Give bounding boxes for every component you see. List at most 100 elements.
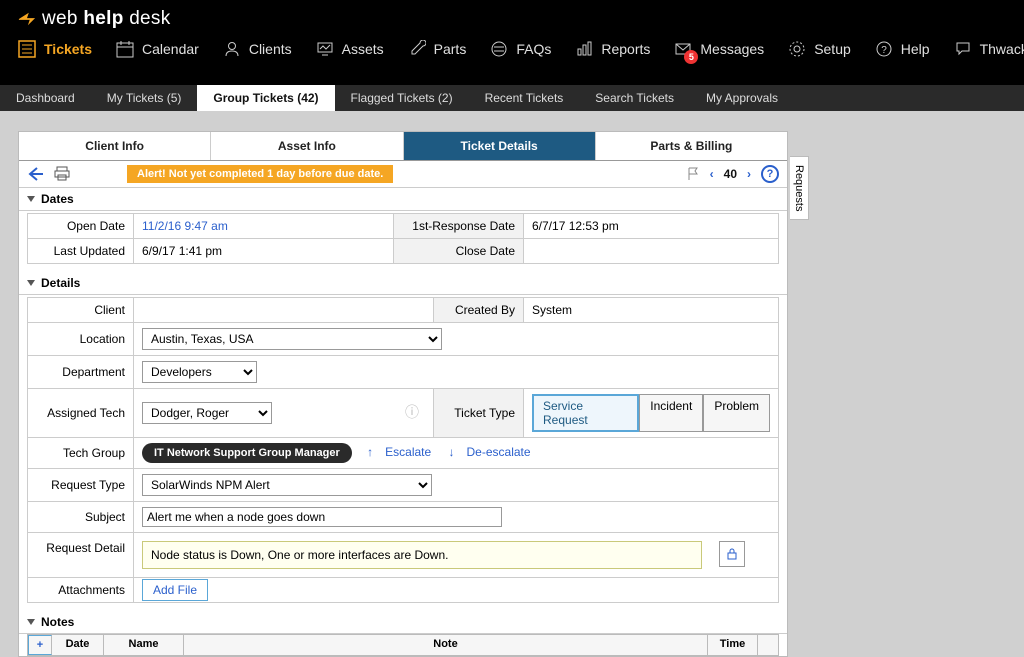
help-button[interactable]: ? <box>761 165 779 183</box>
faq-icon <box>490 40 508 58</box>
requests-side-tab[interactable]: Requests <box>790 156 809 220</box>
close-date-value <box>524 239 779 264</box>
arrow-left-icon <box>27 166 45 182</box>
messages-badge: 5 <box>684 50 698 64</box>
nav-help[interactable]: ? Help <box>875 40 930 58</box>
escalate-link[interactable]: Escalate <box>385 445 431 459</box>
createdby-label: Created By <box>434 298 524 323</box>
gear-icon <box>788 40 806 58</box>
info-icon[interactable]: ⓘ <box>405 402 419 422</box>
alert-banner: Alert! Not yet completed 1 day before du… <box>127 165 393 183</box>
arrow-down-icon: ↓ <box>449 445 455 459</box>
subnav-flagged[interactable]: Flagged Tickets (2) <box>335 85 469 111</box>
last-updated-label: Last Updated <box>28 239 134 264</box>
chart-icon <box>575 40 593 58</box>
print-button[interactable] <box>53 166 71 182</box>
section-notes-header[interactable]: Notes <box>19 611 787 634</box>
tab-parts-billing[interactable]: Parts & Billing <box>596 132 787 160</box>
col-name: Name <box>104 635 184 655</box>
ticket-type-label: Ticket Type <box>434 389 524 438</box>
nav-setup[interactable]: Setup <box>788 40 851 58</box>
attachments-label: Attachments <box>28 578 134 603</box>
client-value <box>134 298 434 323</box>
tab-client-info[interactable]: Client Info <box>19 132 211 160</box>
tab-ticket-details[interactable]: Ticket Details <box>404 132 596 160</box>
back-button[interactable] <box>27 166 45 182</box>
subnav-approvals[interactable]: My Approvals <box>690 85 794 111</box>
col-note: Note <box>184 635 708 655</box>
client-label: Client <box>28 298 134 323</box>
deescalate-link[interactable]: De-escalate <box>467 445 531 459</box>
open-date-label: Open Date <box>28 214 134 239</box>
logo-arrow-icon <box>18 11 36 27</box>
dates-table: Open Date 11/2/16 9:47 am 1st-Response D… <box>27 213 779 264</box>
lock-icon <box>725 547 739 561</box>
speech-icon <box>954 40 972 58</box>
nav-faqs[interactable]: FAQs <box>490 40 551 58</box>
section-dates-header[interactable]: Dates <box>19 188 787 211</box>
col-actions <box>758 635 778 655</box>
nav-messages[interactable]: 5 Messages <box>674 40 764 58</box>
createdby-value: System <box>524 298 779 323</box>
request-detail-text: Node status is Down, One or more interfa… <box>142 541 702 569</box>
pager-prev[interactable]: ‹ <box>710 167 714 181</box>
last-updated-value: 6/9/17 1:41 pm <box>134 239 394 264</box>
department-select[interactable]: Developers <box>142 361 257 383</box>
flag-icon[interactable] <box>686 167 700 181</box>
caret-down-icon <box>27 196 35 202</box>
nav-calendar[interactable]: Calendar <box>116 40 199 58</box>
details-table: Client Created By System Location Austin… <box>27 297 779 603</box>
ticket-type-incident[interactable]: Incident <box>639 394 703 432</box>
tab-asset-info[interactable]: Asset Info <box>211 132 403 160</box>
add-note-button[interactable]: + <box>28 635 52 655</box>
wrench-icon <box>408 40 426 58</box>
request-detail-label: Request Detail <box>28 533 134 578</box>
subnav-recent[interactable]: Recent Tickets <box>469 85 580 111</box>
col-time: Time <box>708 635 758 655</box>
tech-group-pill: IT Network Support Group Manager <box>142 443 352 463</box>
subnav-mytickets[interactable]: My Tickets (5) <box>91 85 198 111</box>
help-icon: ? <box>875 40 893 58</box>
ticket-type-service-request[interactable]: Service Request <box>532 394 639 432</box>
open-date-value[interactable]: 11/2/16 9:47 am <box>142 219 228 233</box>
col-date: Date <box>52 635 104 655</box>
calendar-icon <box>116 40 134 58</box>
nav-thwack[interactable]: Thwack <box>954 40 1024 58</box>
lock-button[interactable] <box>719 541 745 567</box>
nav-tickets[interactable]: Tickets <box>18 40 92 58</box>
request-type-select[interactable]: SolarWinds NPM Alert <box>142 474 432 496</box>
subject-input[interactable] <box>142 507 502 527</box>
first-response-label: 1st-Response Date <box>394 214 524 239</box>
nav-assets[interactable]: Assets <box>316 40 384 58</box>
svg-text:?: ? <box>881 45 887 56</box>
subnav-dashboard[interactable]: Dashboard <box>0 85 91 111</box>
caret-down-icon <box>27 619 35 625</box>
nav-reports[interactable]: Reports <box>575 40 650 58</box>
tech-group-label: Tech Group <box>28 438 134 469</box>
location-select[interactable]: Austin, Texas, USA <box>142 328 442 350</box>
first-response-value: 6/7/17 12:53 pm <box>524 214 779 239</box>
user-icon <box>223 40 241 58</box>
nav-clients[interactable]: Clients <box>223 40 292 58</box>
subnav-grouptickets[interactable]: Group Tickets (42) <box>197 85 334 111</box>
arrow-up-icon: ↑ <box>367 445 373 459</box>
request-type-label: Request Type <box>28 469 134 502</box>
assigned-tech-select[interactable]: Dodger, Roger <box>142 402 272 424</box>
app-logo: web help desk <box>0 0 1024 34</box>
mail-icon: 5 <box>674 40 692 58</box>
add-file-button[interactable]: Add File <box>142 579 208 601</box>
subject-label: Subject <box>28 502 134 533</box>
assigned-tech-label: Assigned Tech <box>28 389 134 438</box>
caret-down-icon <box>27 280 35 286</box>
ticket-type-problem[interactable]: Problem <box>703 394 770 432</box>
department-label: Department <box>28 356 134 389</box>
nav-parts[interactable]: Parts <box>408 40 467 58</box>
list-icon <box>18 40 36 58</box>
location-label: Location <box>28 323 134 356</box>
subnav-search[interactable]: Search Tickets <box>579 85 690 111</box>
printer-icon <box>53 166 71 182</box>
pager-next[interactable]: › <box>747 167 751 181</box>
section-details-header[interactable]: Details <box>19 272 787 295</box>
monitor-icon <box>316 40 334 58</box>
notes-columns: + Date Name Note Time <box>27 634 779 656</box>
